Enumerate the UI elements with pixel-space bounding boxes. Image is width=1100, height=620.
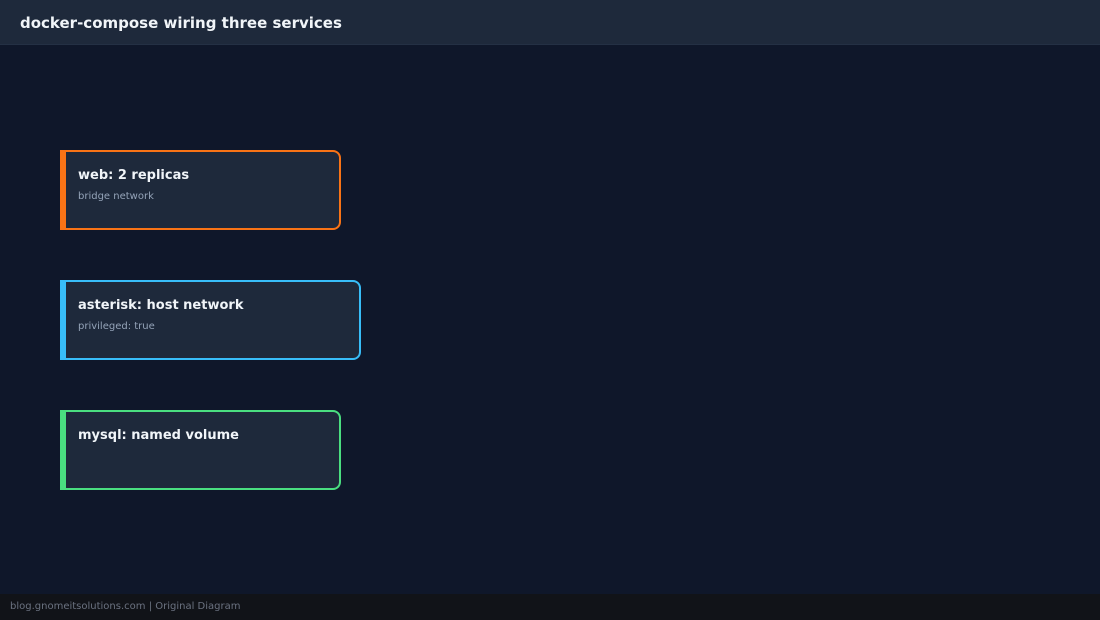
page-title: docker-compose wiring three services <box>20 14 342 32</box>
service-title: asterisk: host network <box>78 298 244 313</box>
footer-credit: blog.gnomeitsolutions.com | Original Dia… <box>10 601 241 612</box>
service-title: web: 2 replicas <box>78 168 190 183</box>
service-subtitle: bridge network <box>78 191 154 202</box>
service-card-asterisk: asterisk: host network privileged: true <box>60 280 361 360</box>
service-card-web: web: 2 replicas bridge network <box>60 150 341 230</box>
footer-bar: blog.gnomeitsolutions.com | Original Dia… <box>0 594 1100 620</box>
header-bar: docker-compose wiring three services <box>0 0 1100 45</box>
service-card-mysql: mysql: named volume <box>60 410 341 490</box>
service-subtitle: privileged: true <box>78 321 155 332</box>
service-title: mysql: named volume <box>78 428 239 443</box>
